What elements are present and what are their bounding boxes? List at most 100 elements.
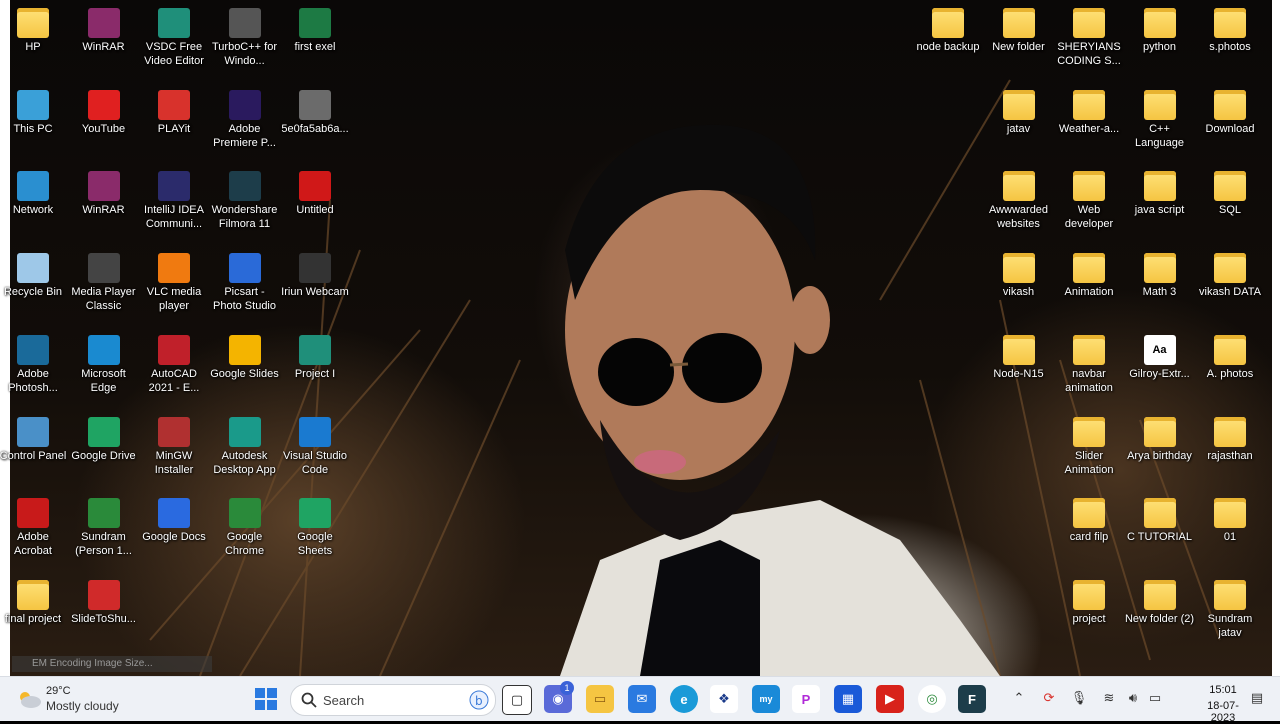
desktop-icon[interactable]: Google Chrome (210, 494, 280, 558)
desktop-icon[interactable]: Sundram (Person 1... (69, 494, 139, 558)
desktop-icon[interactable]: TurboC++ for Windo... (210, 4, 280, 68)
desktop-icon[interactable]: Animation (1054, 249, 1124, 299)
desktop-icon-label: YouTube (81, 122, 126, 135)
desktop-icon[interactable]: Wondershare Filmora 11 (210, 167, 280, 231)
network-icon (17, 171, 49, 202)
desktop-icon[interactable]: Untitled (280, 167, 350, 217)
desktop-icon[interactable]: WinRAR (69, 167, 139, 217)
desktop-icon[interactable]: java script (1125, 167, 1195, 217)
desktop-icon[interactable]: A. photos (1195, 331, 1265, 381)
desktop[interactable]: HP WinRAR VSDC Free Video Editor TurboC++ f… (0, 0, 1280, 676)
desktop-icon[interactable]: 5e0fa5ab6a... (280, 86, 350, 136)
desktop-icon[interactable]: Visual Studio Code (280, 413, 350, 477)
desktop-icon[interactable]: navbar animation (1054, 331, 1124, 395)
desktop-icon[interactable]: AutoCAD 2021 - E... (139, 331, 209, 395)
desktop-icon[interactable]: Math 3 (1125, 249, 1195, 299)
battery-icon[interactable]: ▭ (1146, 689, 1164, 707)
desktop-icon[interactable]: Google Docs (139, 494, 209, 544)
dropbox-icon[interactable]: ❖ (710, 685, 738, 713)
desktop-icon[interactable]: node backup (913, 4, 983, 54)
wifi-icon[interactable]: ≋ (1100, 689, 1118, 707)
desktop-icon[interactable]: Web developer (1054, 167, 1124, 231)
desktop-icon[interactable]: Adobe Premiere P... (210, 86, 280, 150)
desktop-icon[interactable]: Google Slides (210, 331, 280, 381)
desktop-icon[interactable]: SHERYIANS CODING S... (1054, 4, 1124, 68)
desktop-icon[interactable]: Media Player Classic (69, 249, 139, 313)
desktop-icon[interactable]: YouTube (69, 86, 139, 136)
desktop-icon[interactable]: WinRAR (69, 4, 139, 54)
desktop-icon[interactable]: HP (0, 4, 68, 54)
desktop-icon[interactable]: Iriun Webcam (280, 249, 350, 299)
desktop-icon[interactable]: Autodesk Desktop App (210, 413, 280, 477)
desktop-icon[interactable]: Download (1195, 86, 1265, 136)
bing-icon[interactable]: b (469, 690, 489, 710)
desktop-icon[interactable]: PLAYit (139, 86, 209, 136)
desktop-icon[interactable]: rajasthan (1195, 413, 1265, 463)
desktop-icon[interactable]: SQL (1195, 167, 1265, 217)
desktop-icon[interactable]: vikash (984, 249, 1054, 299)
desktop-icon[interactable]: New folder (984, 4, 1054, 54)
desktop-icon[interactable]: Weather-a... (1054, 86, 1124, 136)
chevron-up-icon[interactable]: ⌃ (1010, 689, 1028, 707)
desktop-icon[interactable]: C++ Language (1125, 86, 1195, 150)
desktop-icon[interactable]: Recycle Bin (0, 249, 68, 299)
desktop-icon[interactable]: Network (0, 167, 68, 217)
desktop-icon[interactable]: Google Drive (69, 413, 139, 463)
mysql-icon[interactable]: my (752, 685, 780, 713)
desktop-icon-label: Adobe Acrobat (14, 531, 52, 558)
notification-icon[interactable]: ▤ (1248, 689, 1266, 707)
desktop-icon[interactable]: Sundram jatav (1195, 576, 1265, 640)
desktop-icon[interactable]: first exel (280, 4, 350, 54)
weather-widget[interactable] (12, 677, 46, 721)
desktop-icon[interactable]: Microsoft Edge (69, 331, 139, 395)
desktop-icon[interactable]: Project I (280, 331, 350, 381)
edge-taskbar-icon[interactable]: e (670, 685, 698, 713)
desktop-icon[interactable]: project (1054, 576, 1124, 626)
store-icon[interactable]: ▦ (834, 685, 862, 713)
taskbar-search-box[interactable]: Search b (290, 684, 496, 716)
desktop-icon[interactable]: jatav (984, 86, 1054, 136)
desktop-icon[interactable]: VSDC Free Video Editor (139, 4, 209, 68)
desktop-icon[interactable]: Aa Gilroy-Extr... (1125, 331, 1195, 381)
desktop-icon[interactable]: Adobe Photosh... (0, 331, 68, 395)
desktop-icon[interactable]: s.photos (1195, 4, 1265, 54)
desktop-icon[interactable]: python (1125, 4, 1195, 54)
mail-icon[interactable]: ✉ (628, 685, 656, 713)
desktop-icon[interactable]: VLC media player (139, 249, 209, 313)
filmora-taskbar-icon[interactable]: F (958, 685, 986, 713)
desktop-icon[interactable]: New folder (2) (1125, 576, 1195, 626)
desktop-icon[interactable]: Node-N15 (984, 331, 1054, 381)
picsart-icon (228, 253, 261, 284)
desktop-icon[interactable]: Google Sheets (280, 494, 350, 558)
desktop-icon[interactable]: This PC (0, 86, 68, 136)
microphone-icon[interactable]: 🎙︎ (1070, 689, 1088, 707)
desktop-icon[interactable]: Awwwarded websites (984, 167, 1054, 231)
chrome-taskbar-icon[interactable]: ◎ (918, 685, 946, 713)
desktop-icon[interactable]: IntelliJ IDEA Communi... (139, 167, 209, 231)
clock-time[interactable]: 15:01 (1200, 684, 1246, 696)
file-explorer-icon[interactable]: ▭ (586, 685, 614, 713)
desktop-icon[interactable]: MinGW Installer (139, 413, 209, 477)
desktop-icon[interactable]: final project (0, 576, 68, 626)
desktop-icon[interactable]: Arya birthday (1125, 413, 1195, 463)
desktop-icon[interactable]: 01 (1195, 494, 1265, 544)
speaker-icon[interactable]: 🔊︎ (1124, 689, 1142, 707)
start-button[interactable] (250, 677, 282, 721)
clock-date[interactable]: 18-07-2023 (1196, 700, 1250, 724)
vlc-icon (158, 253, 190, 284)
desktop-icon[interactable]: Control Panel (0, 413, 68, 463)
desktop-icon[interactable]: vikash DATA (1195, 249, 1265, 299)
desktop-icon[interactable]: Slider Animation (1054, 413, 1124, 477)
desktop-icon[interactable]: Adobe Acrobat (0, 494, 68, 558)
desktop-icon[interactable]: Picsart - Photo Studio (210, 249, 280, 313)
desktop-icon-label: MinGW Installer (154, 449, 194, 476)
task-view-icon[interactable]: ▢ (502, 685, 532, 715)
sync-icon[interactable]: ⟳ (1040, 689, 1058, 707)
desktop-icon-label: project (1072, 612, 1106, 625)
desktop-icon[interactable]: C TUTORIAL (1125, 494, 1195, 544)
desktop-icon[interactable]: card filp (1054, 494, 1124, 544)
picsart-taskbar-icon[interactable]: P (792, 685, 820, 713)
desktop-icon[interactable]: SlideToShu... (69, 576, 139, 626)
playit-icon (158, 89, 190, 120)
playit-taskbar-icon[interactable]: ▶ (876, 685, 904, 713)
